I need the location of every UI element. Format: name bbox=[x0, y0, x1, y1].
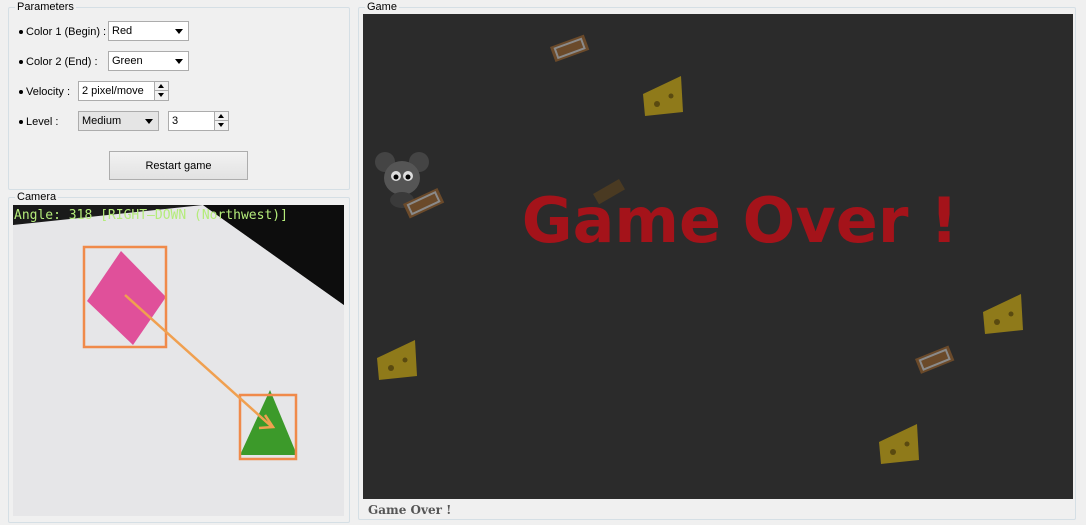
game-over-text: Game Over ! bbox=[521, 184, 959, 257]
velocity-stepper[interactable] bbox=[154, 82, 168, 100]
chevron-down-icon bbox=[175, 59, 183, 64]
spin-up-icon[interactable] bbox=[215, 112, 228, 121]
bullet-icon bbox=[19, 90, 23, 94]
cheese-icon bbox=[643, 76, 683, 116]
status-text: Game Over ! bbox=[368, 503, 452, 517]
level-value: Medium bbox=[82, 115, 122, 127]
velocity-label: Velocity : bbox=[26, 86, 71, 98]
game-canvas[interactable]: Game Over ! bbox=[363, 14, 1073, 499]
level-label: Level : bbox=[26, 116, 59, 128]
color1-label: Color 1 (Begin) : bbox=[26, 26, 107, 38]
chevron-down-icon bbox=[145, 119, 153, 124]
camera-feed-image bbox=[13, 205, 344, 516]
color1-row: Color 1 (Begin) : bbox=[19, 24, 106, 40]
game-title: Game bbox=[365, 1, 399, 13]
bullet-icon bbox=[19, 30, 23, 34]
chevron-down-icon bbox=[175, 29, 183, 34]
color2-value: Green bbox=[112, 55, 143, 67]
bullet-icon bbox=[19, 60, 23, 64]
cheese-icon bbox=[983, 294, 1023, 334]
spin-down-icon[interactable] bbox=[155, 91, 168, 100]
mousetrap-icon bbox=[915, 345, 955, 374]
color2-select[interactable]: Green bbox=[108, 51, 189, 71]
restart-game-label: Restart game bbox=[145, 159, 212, 172]
spin-up-icon[interactable] bbox=[155, 82, 168, 91]
color2-row: Color 2 (End) : bbox=[19, 54, 98, 70]
cheese-icon bbox=[377, 340, 417, 380]
bullet-icon bbox=[19, 120, 23, 124]
color1-select[interactable]: Red bbox=[108, 21, 189, 41]
level-row: Level : bbox=[19, 114, 58, 130]
restart-game-button[interactable]: Restart game bbox=[109, 151, 248, 180]
velocity-row: Velocity : bbox=[19, 84, 70, 100]
color2-label: Color 2 (End) : bbox=[26, 56, 98, 68]
cheese-icon bbox=[879, 424, 919, 464]
level-select[interactable]: Medium bbox=[78, 111, 159, 131]
mousetrap-icon bbox=[550, 34, 590, 63]
parameters-title: Parameters bbox=[15, 1, 76, 13]
level-number-spinbox[interactable]: 3 bbox=[168, 111, 229, 131]
velocity-value: 2 pixel/move bbox=[82, 85, 144, 97]
camera-view: Angle: 318 [RIGHT—DOWN (Northwest)] bbox=[13, 205, 344, 516]
camera-title: Camera bbox=[15, 191, 59, 203]
velocity-spinbox[interactable]: 2 pixel/move bbox=[78, 81, 169, 101]
angle-readout: Angle: 318 [RIGHT—DOWN (Northwest)] bbox=[14, 208, 288, 223]
color1-value: Red bbox=[112, 25, 133, 37]
level-stepper[interactable] bbox=[214, 112, 228, 130]
spin-down-icon[interactable] bbox=[215, 121, 228, 130]
level-number-value: 3 bbox=[172, 115, 179, 127]
